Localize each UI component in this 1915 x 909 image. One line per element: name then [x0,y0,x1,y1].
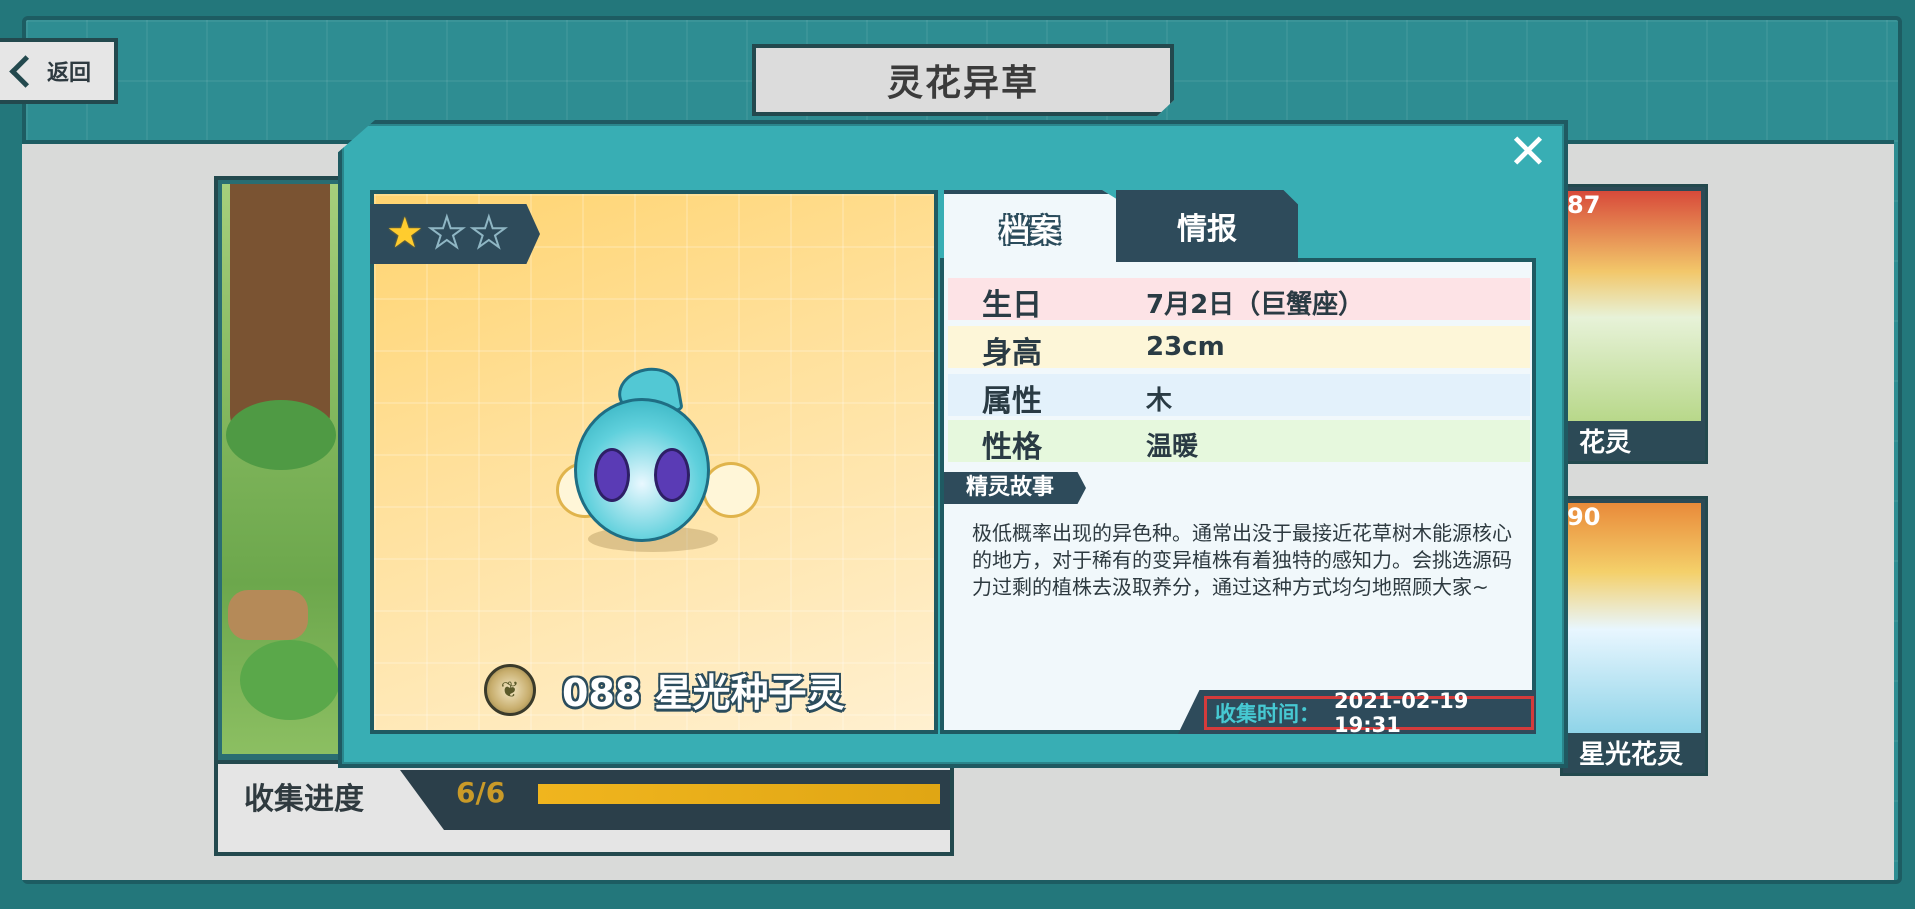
chevron-left-icon [9,54,42,88]
profile-value: 23cm [1146,332,1225,362]
close-button[interactable]: ✕ [1506,128,1550,176]
profile-key: 生日 [982,288,1042,323]
side-card-label: 花灵 [1579,428,1632,458]
leaf-icon: ❦ [484,664,536,716]
profile-value: 7月2日（巨蟹座） [1146,290,1365,320]
profile-key: 身高 [982,336,1042,371]
back-label: 返回 [47,61,92,86]
log-illustration [228,590,308,640]
profile-key: 性格 [982,430,1042,465]
close-icon: ✕ [1507,124,1549,180]
bush-illustration [240,640,340,720]
story-title: 精灵故事 [944,472,1086,504]
side-card-art [1567,191,1701,421]
progress-fill [538,784,940,804]
side-card-number: 90 [1567,503,1601,531]
collect-time-box: 收集时间： 2021-02-19 19:31 [1204,689,1534,737]
profile-row: 属性 木 [948,374,1530,419]
star-empty-icon: ★ [469,207,509,258]
creature-hand [702,462,760,518]
side-card[interactable]: 90 星光花灵 [1560,496,1708,776]
bush-illustration [226,400,336,470]
side-card[interactable]: 87 花灵 [1560,184,1708,464]
tab-archive[interactable]: 档案 [944,190,1116,262]
progress-label: 收集进度 [244,782,364,817]
page-title: 灵花异草 [752,44,1174,116]
profile-row: 性格 温暖 [948,420,1530,465]
side-card-number: 87 [1567,191,1601,219]
creature-name: 088 星光种子灵 [562,671,845,715]
side-card-art [1567,503,1701,733]
story-text: 极低概率出现的异色种。通常出没于最接近花草树木能源核心的地方，对于稀有的变异植株… [972,521,1512,599]
profile-value: 温暖 [1146,432,1199,462]
progress-count: 6/6 [456,776,506,809]
creature-eye [594,448,630,502]
collect-time-label: 收集时间： [1215,702,1320,726]
back-button[interactable]: 返回 [0,38,118,104]
creature-eye [654,448,690,502]
profile-key: 属性 [982,384,1042,419]
collect-time-value: 2021-02-19 19:31 [1334,689,1469,737]
star-empty-icon: ★ [427,207,467,258]
profile-value: 木 [1146,386,1173,416]
profile-row: 身高 23cm [948,326,1530,371]
tab-intel[interactable]: 情报 [1116,190,1298,262]
profile-row: 生日 7月2日（巨蟹座） [948,278,1530,323]
side-card-label: 星光花灵 [1579,740,1684,770]
star-filled-icon: ★ [386,208,424,257]
